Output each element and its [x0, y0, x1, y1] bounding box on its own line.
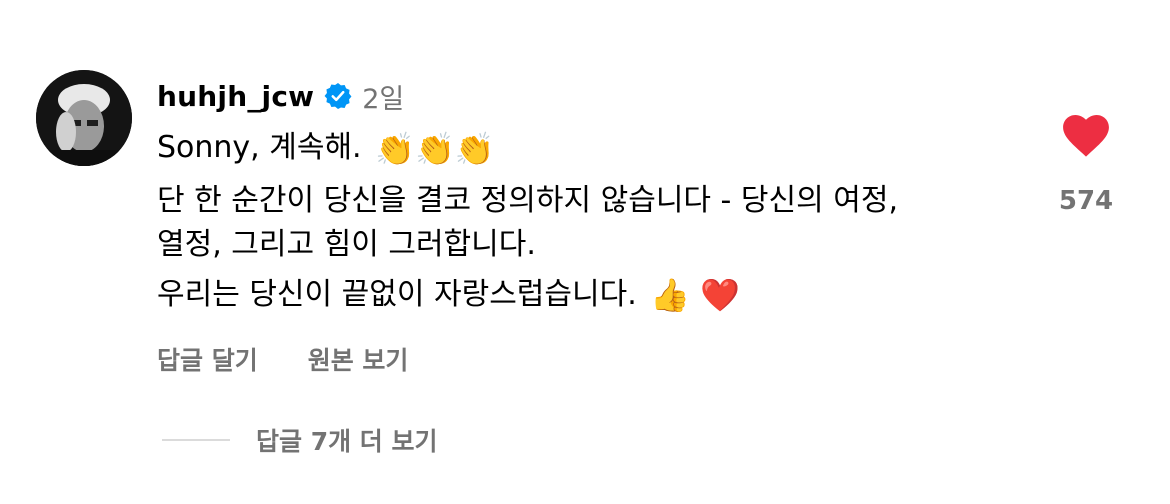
like-area: 574	[1046, 112, 1126, 216]
comment-text-line: 단 한 순간이 당신을 결코 정의하지 않습니다 - 당신의 여정,	[157, 179, 1037, 223]
comment-actions: 답글 달기 원본 보기	[157, 341, 1037, 377]
comment-timestamp: 2일	[362, 83, 405, 115]
comment-text-line: 우리는 당신이 끝없이 자랑스럽습니다. 👍 ❤️	[157, 273, 1037, 318]
avatar[interactable]	[36, 70, 132, 166]
clapping-hands-emoji: 👏👏👏	[375, 129, 495, 168]
see-original-button[interactable]: 원본 보기	[308, 341, 409, 377]
view-more-replies[interactable]: 답글 7개 더 보기	[162, 422, 438, 458]
comment-header: huhjh_jcw 2일	[157, 76, 1037, 116]
comment-text-line: Sonny, 계속해. 👏👏👏	[157, 126, 1037, 171]
thumbs-up-heart-emoji: 👍 ❤️	[650, 276, 741, 314]
heart-icon[interactable]	[1061, 112, 1111, 158]
comment-text: Sonny, 계속해.	[157, 130, 362, 165]
comment-text: 열정, 그리고 힘이 그러합니다.	[157, 226, 536, 262]
verified-badge-icon	[324, 82, 352, 110]
comment-text: 단 한 순간이 당신을 결코 정의하지 않습니다 - 당신의 여정,	[157, 182, 898, 218]
like-count: 574	[1058, 186, 1114, 216]
comment-text: 우리는 당신이 끝없이 자랑스럽습니다.	[157, 276, 637, 312]
comment: huhjh_jcw 2일 Sonny, 계속해. 👏👏👏 단 한 순간이 당신을…	[157, 76, 1037, 377]
divider-line	[162, 439, 230, 441]
profile-photo	[36, 70, 132, 166]
comment-text-line: 열정, 그리고 힘이 그러합니다.	[157, 223, 1037, 267]
reply-button[interactable]: 답글 달기	[157, 341, 258, 377]
view-more-replies-label[interactable]: 답글 7개 더 보기	[256, 422, 438, 458]
username-link[interactable]: huhjh_jcw	[157, 80, 314, 113]
